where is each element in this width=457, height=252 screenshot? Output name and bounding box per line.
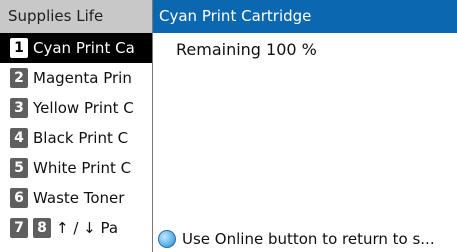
menu-item-label: White Print C — [33, 159, 132, 177]
item-number-badge: 3 — [10, 98, 28, 118]
menu-item-label: Black Print C — [33, 129, 129, 147]
online-button-icon — [158, 230, 176, 248]
item-number-badge: 6 — [10, 188, 28, 208]
previous-page-badge[interactable]: 7 — [10, 218, 28, 238]
detail-title: Cyan Print Cartridge — [153, 0, 457, 33]
footer-hint-text: Use Online button to return to s... — [182, 230, 435, 248]
next-page-badge[interactable]: 8 — [33, 218, 51, 238]
remaining-level-text: Remaining 100 % — [176, 40, 317, 59]
menu-item-magenta[interactable]: 2 Magenta Prin — [0, 63, 152, 93]
page-navigation-row[interactable]: 7 8 ↑ / ↓ Pa — [0, 213, 152, 243]
menu-item-cyan[interactable]: 1 Cyan Print Ca — [0, 33, 152, 63]
menu-item-waste-toner[interactable]: 6 Waste Toner — [0, 183, 152, 213]
footer-hint: Use Online button to return to s... — [153, 226, 457, 252]
menu-item-label: Yellow Print C — [33, 99, 134, 117]
menu-item-white[interactable]: 5 White Print C — [0, 153, 152, 183]
supplies-menu-panel: Supplies Life 1 Cyan Print Ca 2 Magenta … — [0, 0, 152, 252]
menu-item-label: Magenta Prin — [33, 69, 132, 87]
menu-item-yellow[interactable]: 3 Yellow Print C — [0, 93, 152, 123]
menu-title: Supplies Life — [0, 0, 152, 33]
menu-item-black[interactable]: 4 Black Print C — [0, 123, 152, 153]
item-number-badge: 4 — [10, 128, 28, 148]
item-number-badge: 1 — [10, 38, 28, 58]
page-navigation-label: ↑ / ↓ Pa — [56, 219, 119, 237]
menu-item-label: Waste Toner — [33, 189, 125, 207]
item-number-badge: 5 — [10, 158, 28, 178]
menu-item-label: Cyan Print Ca — [33, 39, 135, 57]
panel-divider — [152, 0, 153, 252]
menu-list: 1 Cyan Print Ca 2 Magenta Prin 3 Yellow … — [0, 33, 152, 243]
item-number-badge: 2 — [10, 68, 28, 88]
